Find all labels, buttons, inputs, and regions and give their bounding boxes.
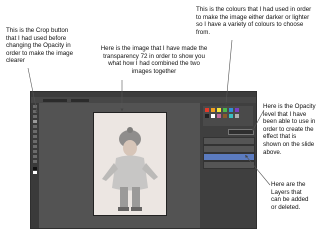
tools-panel bbox=[31, 103, 39, 228]
swatch[interactable] bbox=[211, 114, 215, 118]
opacity-field[interactable] bbox=[228, 129, 254, 135]
document-tab-2[interactable] bbox=[71, 99, 89, 102]
combined-photo bbox=[94, 113, 166, 215]
document-tab[interactable] bbox=[43, 99, 67, 102]
swatch[interactable] bbox=[205, 114, 209, 118]
swatch[interactable] bbox=[205, 108, 209, 112]
eyedropper-tool-icon[interactable] bbox=[33, 125, 37, 128]
swatch[interactable] bbox=[223, 108, 227, 112]
document-canvas[interactable] bbox=[93, 112, 167, 216]
layer-row[interactable] bbox=[203, 161, 255, 169]
pen-tool-icon[interactable] bbox=[33, 155, 37, 158]
layers-note: Here are the Layers that can be added or… bbox=[271, 181, 309, 211]
image-transparency-note: Here is the image that I have made the t… bbox=[100, 45, 208, 75]
brush-tool-icon[interactable] bbox=[33, 130, 37, 133]
swatch[interactable] bbox=[223, 114, 227, 118]
photoshop-window bbox=[30, 91, 257, 229]
swatch[interactable] bbox=[229, 114, 233, 118]
marquee-tool-icon[interactable] bbox=[33, 110, 37, 113]
gradient-tool-icon[interactable] bbox=[33, 145, 37, 148]
clone-tool-icon[interactable] bbox=[33, 135, 37, 138]
text-tool-icon[interactable] bbox=[33, 150, 37, 153]
right-panels bbox=[200, 103, 256, 228]
move-tool-icon[interactable] bbox=[33, 105, 37, 108]
opacity-note: Here is the Opacity level that I have be… bbox=[263, 103, 316, 156]
crop-button-note: This is the Crop button that I had used … bbox=[6, 27, 74, 65]
eraser-tool-icon[interactable] bbox=[33, 140, 37, 143]
swatch[interactable] bbox=[217, 114, 221, 118]
swatch[interactable] bbox=[235, 108, 239, 112]
swatch[interactable] bbox=[235, 114, 239, 118]
layer-row-active[interactable] bbox=[203, 153, 255, 161]
crop-tool-icon[interactable] bbox=[33, 120, 37, 123]
swatch[interactable] bbox=[217, 108, 221, 112]
layer-row[interactable] bbox=[203, 145, 255, 153]
colours-note: This is the colours that I had used in o… bbox=[196, 6, 312, 36]
lasso-tool-icon[interactable] bbox=[33, 115, 37, 118]
foreground-color-icon[interactable] bbox=[33, 167, 37, 170]
zoom-tool-icon[interactable] bbox=[33, 160, 37, 163]
layer-row[interactable] bbox=[203, 137, 255, 145]
swatch[interactable] bbox=[211, 108, 215, 112]
color-swatches-panel[interactable] bbox=[203, 106, 253, 126]
background-color-icon[interactable] bbox=[33, 171, 37, 174]
swatch[interactable] bbox=[229, 108, 233, 112]
